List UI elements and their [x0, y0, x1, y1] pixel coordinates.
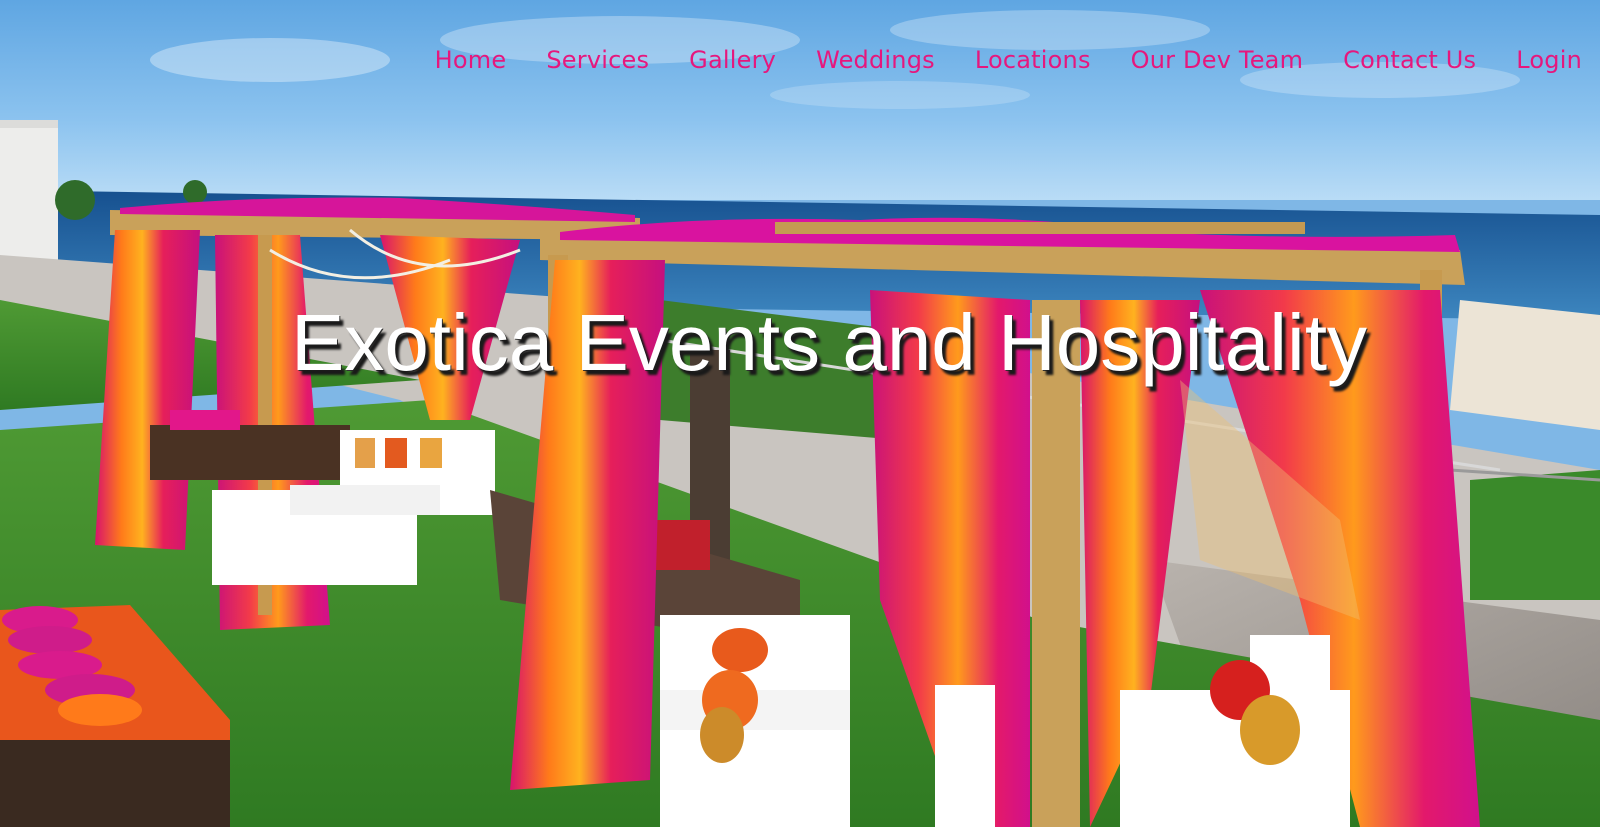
nav-link-services[interactable]: Services [546, 40, 649, 80]
nav-link-login[interactable]: Login [1516, 40, 1582, 80]
nav-link-our-dev-team[interactable]: Our Dev Team [1131, 40, 1304, 80]
hero-section: Home Services Gallery Weddings Locations… [0, 0, 1600, 827]
hero-background-image [0, 0, 1600, 827]
nav-link-locations[interactable]: Locations [975, 40, 1091, 80]
nav-link-contact-us[interactable]: Contact Us [1343, 40, 1476, 80]
nav-link-home[interactable]: Home [435, 40, 507, 80]
main-navigation: Home Services Gallery Weddings Locations… [395, 40, 1582, 80]
nav-link-gallery[interactable]: Gallery [689, 40, 776, 80]
hero-title: Exotica Events and Hospitality [290, 298, 1368, 387]
nav-link-weddings[interactable]: Weddings [816, 40, 935, 80]
